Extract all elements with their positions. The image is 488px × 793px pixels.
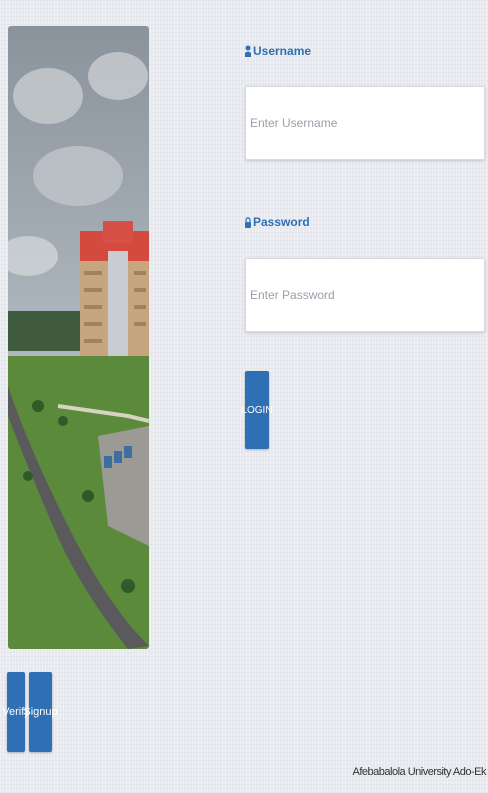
username-input[interactable] [245,86,485,160]
username-label-text: Username [253,44,312,58]
verify-button[interactable]: Verify [2,672,30,752]
username-label: Username [245,44,311,58]
signup-button[interactable]: Signup [23,672,58,752]
password-input[interactable] [245,258,485,332]
lock-icon [245,216,251,228]
footer-text: Afebabalola University Ado-Ek [352,766,487,778]
user-icon [245,45,251,57]
password-label: Password [245,215,310,229]
login-button[interactable]: LOGIN [241,371,273,449]
campus-photo [8,26,149,649]
password-label-text: Password [253,215,310,229]
